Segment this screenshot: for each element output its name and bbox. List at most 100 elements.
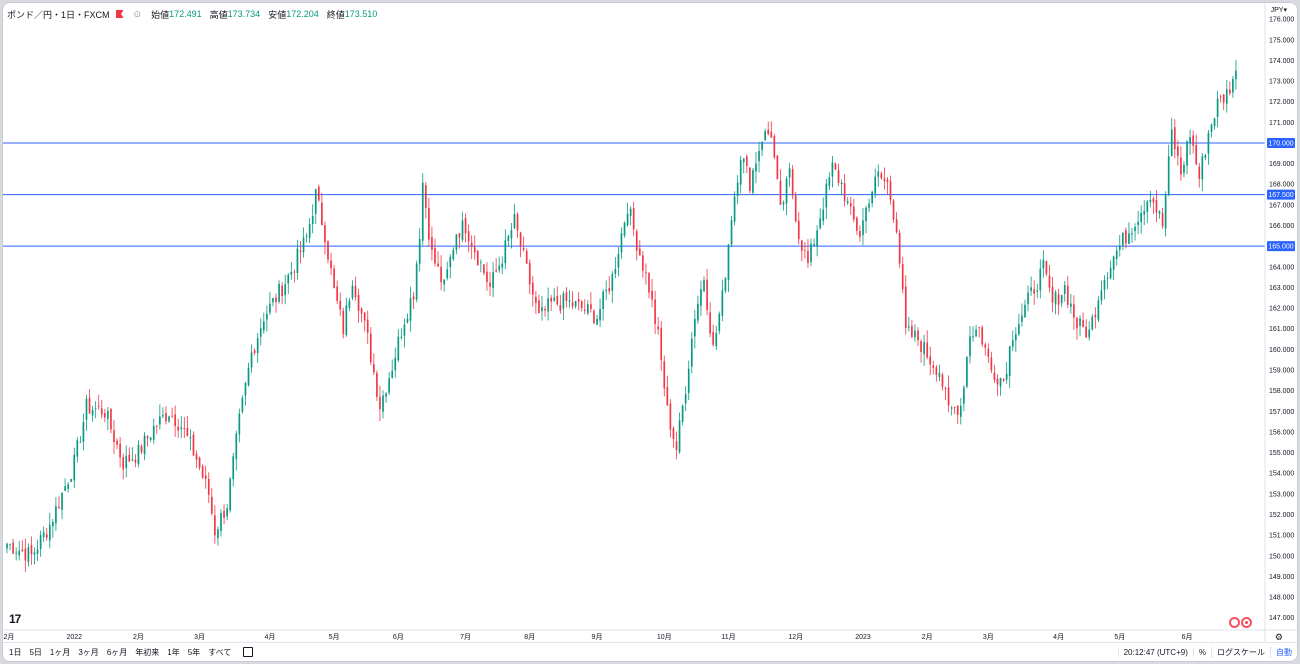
currency-label[interactable]: JPY▾ (1271, 6, 1287, 14)
candlestick-chart[interactable]: 147.000 148.000 149.000 150.000 151.000 152.0… (3, 3, 1297, 661)
candle (1008, 345, 1011, 388)
candle-body (357, 294, 360, 311)
tf-1d[interactable]: 1日 (3, 647, 25, 658)
candle-body (214, 515, 216, 536)
candle (1121, 232, 1124, 251)
candle-body (938, 372, 941, 378)
candle (1180, 146, 1182, 181)
candle (55, 497, 57, 532)
candle-body (247, 367, 250, 386)
candle-body (859, 230, 861, 237)
candle-body (825, 183, 828, 208)
candle-body (201, 466, 204, 478)
auto-scale-toggle[interactable]: 自動 (1270, 646, 1297, 658)
candle (110, 408, 112, 434)
candle-body (1128, 233, 1130, 244)
candle (391, 359, 394, 379)
candle (140, 443, 143, 455)
candle-body (785, 178, 788, 204)
candle (1082, 312, 1084, 328)
price-axis[interactable]: 147.000 148.000 149.000 150.000 151.000 152.0… (1264, 3, 1297, 643)
percent-toggle[interactable]: % (1192, 647, 1211, 657)
candle-body (669, 403, 672, 430)
tf-3m[interactable]: 3ヶ月 (74, 647, 102, 658)
candle (724, 277, 727, 294)
candle (403, 318, 406, 348)
calendar-icon[interactable] (243, 647, 254, 657)
flag-icon[interactable] (115, 10, 124, 18)
candle-body (1085, 326, 1087, 338)
candle-body (1109, 267, 1112, 279)
candle-body (122, 457, 125, 470)
y-tick-label: 155.000 (1269, 450, 1294, 457)
candle-body (892, 200, 895, 220)
candle-body (36, 549, 39, 554)
candle (507, 234, 510, 247)
tradingview-logo[interactable]: 17 (9, 612, 21, 626)
candle (868, 198, 870, 213)
candle (180, 416, 183, 439)
candle (852, 198, 855, 223)
globe-icon[interactable] (1229, 617, 1240, 628)
candle (388, 371, 390, 396)
candle-body (137, 444, 140, 465)
time-axis[interactable]: 12月 2022 2月 3月 4月 5月 6月 7月 8月 9月 10月 11月 12月 2023 2月 3月… (3, 629, 1297, 641)
candle (638, 240, 641, 256)
candle (116, 438, 118, 450)
candle (773, 133, 776, 160)
tf-6m[interactable]: 6ヶ月 (103, 647, 131, 658)
candle (804, 242, 806, 259)
candle-body (1140, 212, 1143, 222)
candle (1011, 330, 1014, 352)
candle-body (1228, 89, 1231, 94)
candle-body (149, 437, 152, 440)
candle-body (1060, 295, 1063, 304)
candle (1088, 321, 1091, 341)
candle (461, 212, 464, 243)
tf-1y[interactable]: 1年 (163, 647, 183, 658)
tf-all[interactable]: すべて (204, 647, 235, 658)
candle-body (1014, 334, 1017, 341)
clock-time[interactable]: 20:12:47 (UTC+9) (1117, 647, 1193, 657)
candle (192, 431, 195, 457)
tf-5y[interactable]: 5年 (184, 647, 204, 658)
x-tick-label: 2月 (922, 633, 933, 641)
candle (749, 166, 751, 194)
candle-body (761, 141, 763, 150)
candle (492, 262, 494, 298)
candle (207, 472, 210, 504)
candle-body (981, 327, 984, 345)
candle (874, 168, 877, 198)
candle-body (1216, 98, 1219, 117)
candle-body (1039, 268, 1042, 291)
target-icon[interactable] (1241, 617, 1252, 628)
candle-body (379, 396, 381, 410)
candle (794, 191, 797, 223)
eye-icon[interactable]: ⊙ (134, 9, 142, 20)
candle (470, 235, 473, 260)
tf-1m[interactable]: 1ヶ月 (46, 647, 74, 658)
candle-body (235, 433, 238, 459)
log-scale-toggle[interactable]: ログスケール (1211, 646, 1270, 658)
candle-body (217, 529, 219, 538)
y-tick-label: 158.000 (1269, 388, 1294, 395)
candle (412, 291, 415, 309)
currency-text: JPY (1270, 7, 1284, 14)
candle (981, 325, 984, 347)
symbol-title[interactable]: ポンド／円・1日・FXCM (7, 8, 110, 21)
candle (522, 236, 525, 252)
candle (339, 292, 342, 317)
candle-body (110, 408, 112, 430)
candle (351, 280, 354, 301)
candle-body (262, 321, 265, 331)
tf-ytd[interactable]: 年初来 (131, 647, 163, 658)
candle (64, 478, 66, 491)
candle-body (174, 414, 176, 427)
candle-body (730, 220, 733, 245)
candle (1036, 283, 1039, 299)
candle (100, 400, 103, 419)
candle (1076, 316, 1078, 340)
candle-body (256, 338, 259, 353)
candle-body (865, 207, 867, 222)
tf-5d[interactable]: 5日 (25, 647, 45, 658)
